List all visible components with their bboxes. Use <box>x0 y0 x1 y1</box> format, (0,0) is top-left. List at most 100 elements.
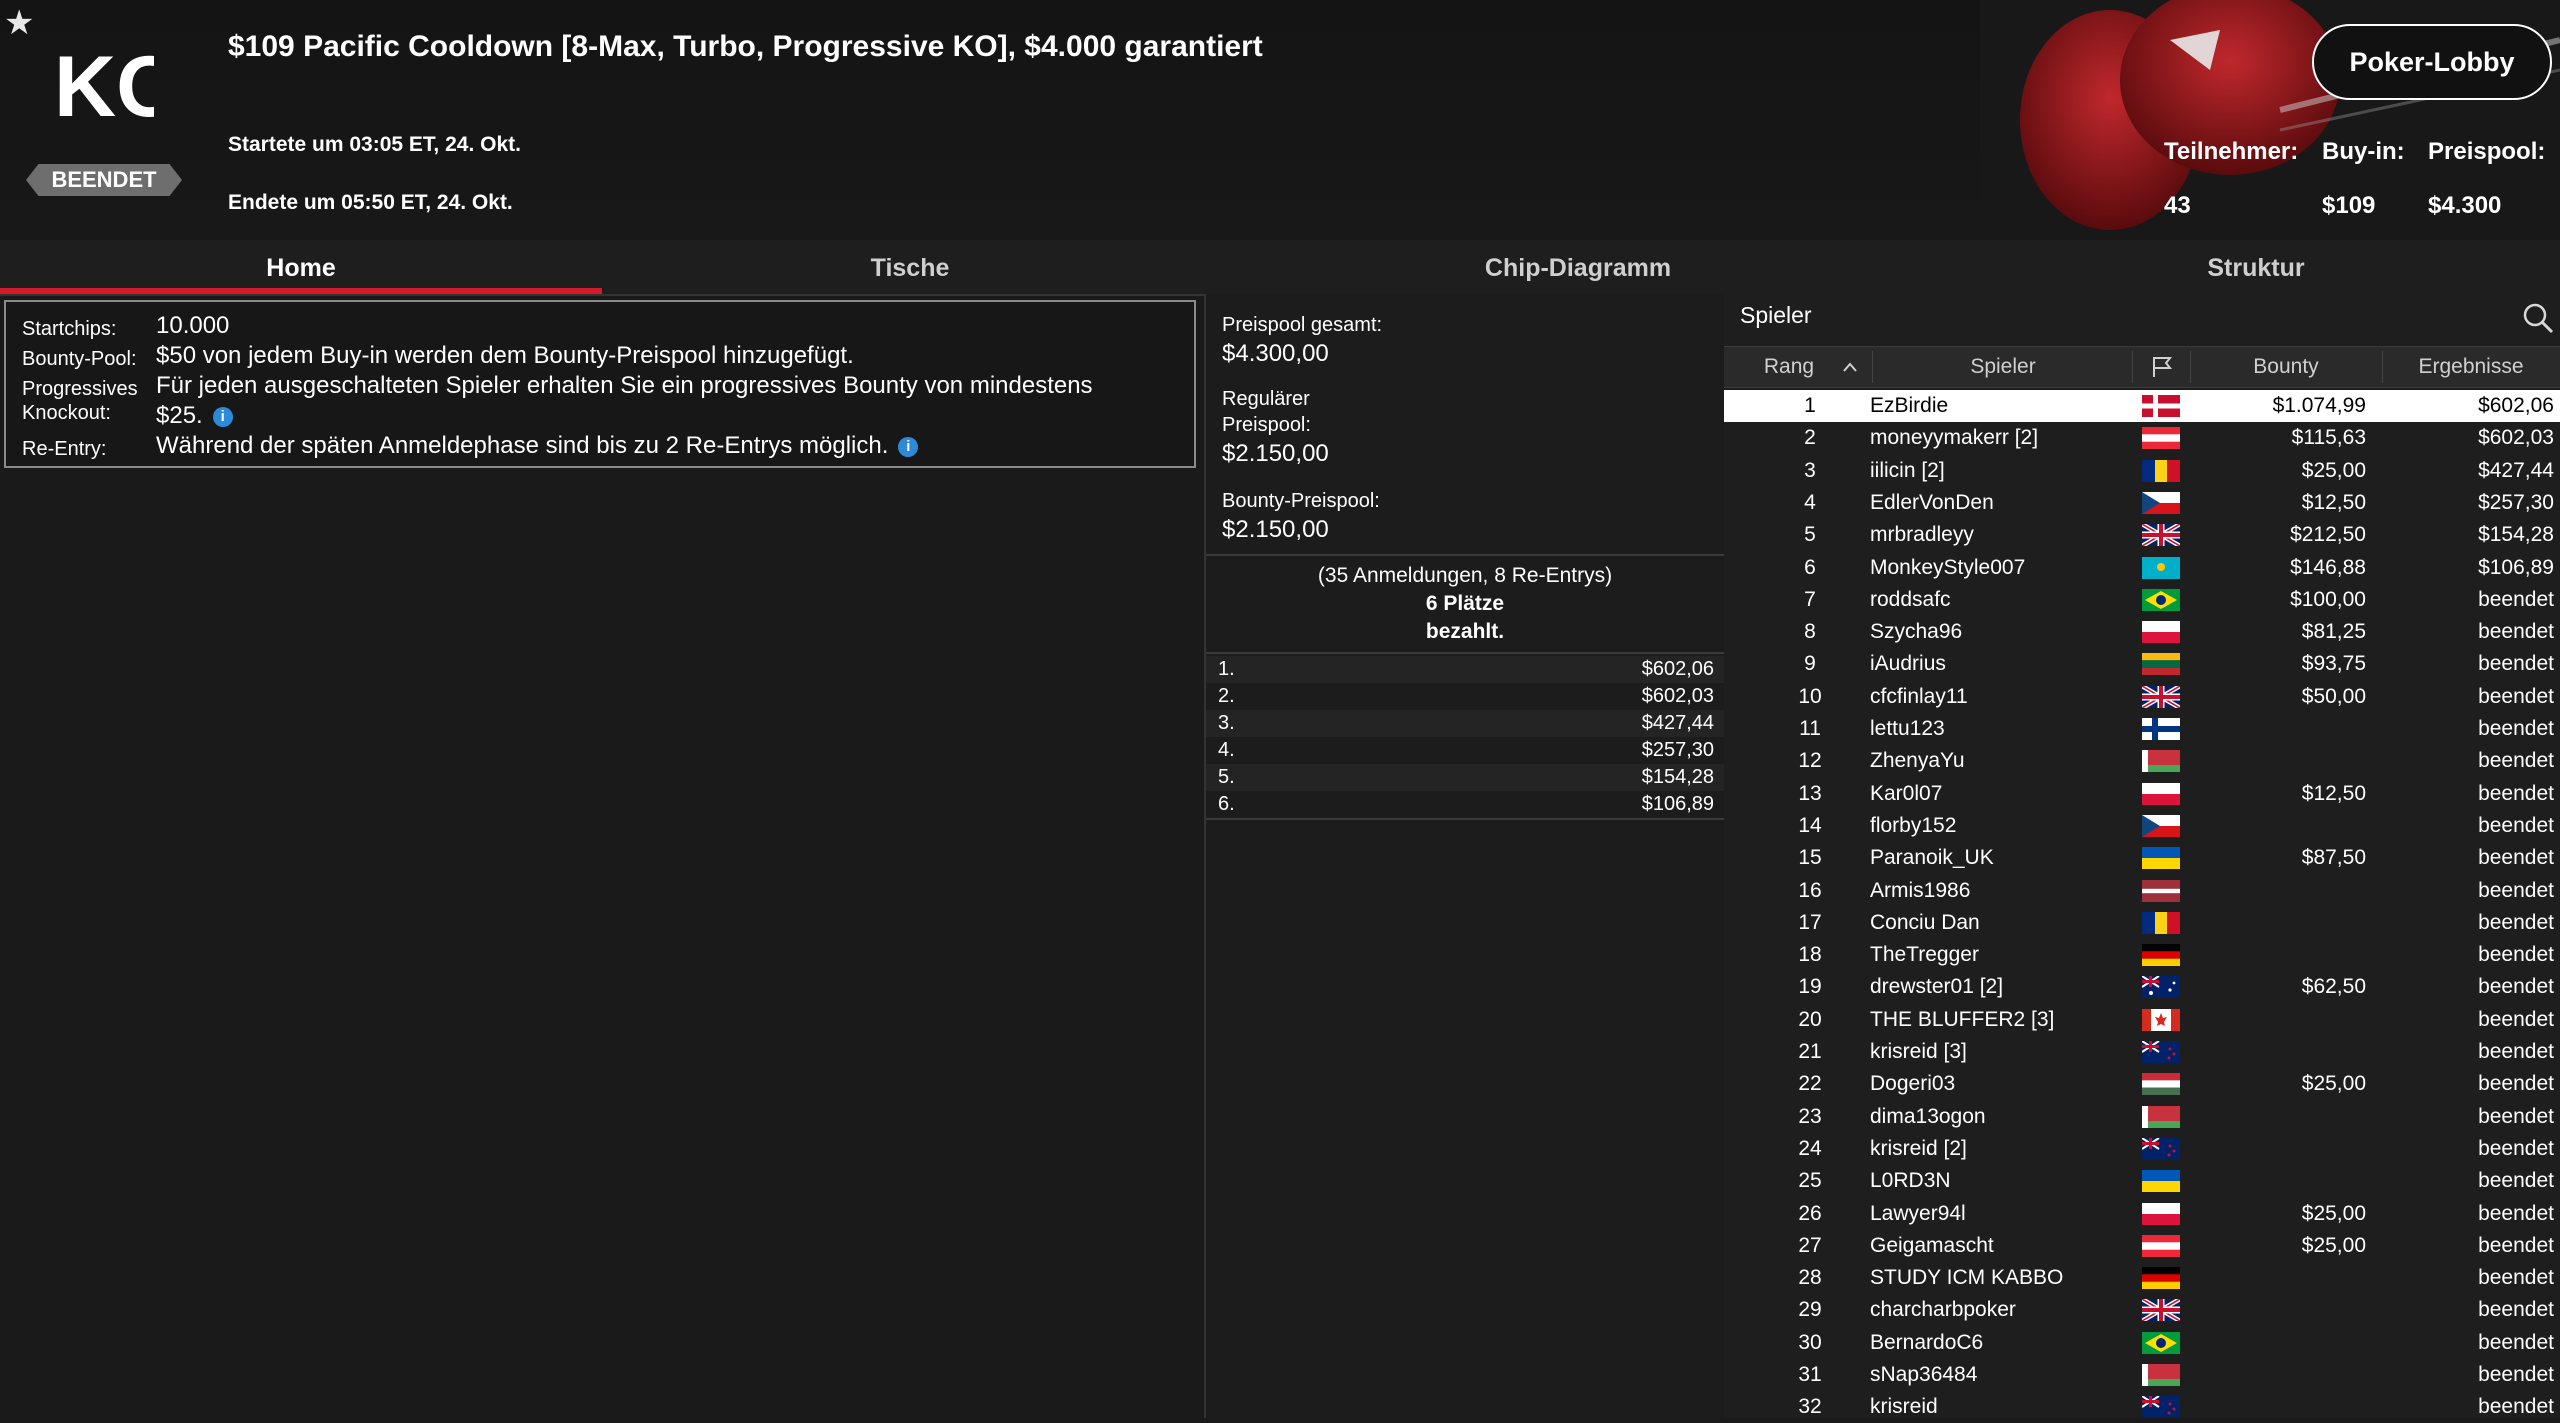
prizepool-value: $4.300 <box>2428 192 2502 219</box>
player-row[interactable]: 3 iilicin [2] $25,00 $427,44 <box>1724 455 2560 487</box>
player-row[interactable]: 14 florby152 beendet <box>1724 810 2560 842</box>
tab-chip-chart[interactable]: Chip-Diagramm <box>1218 240 1938 294</box>
reentry-value: Während der späten Anmeldephase sind bis… <box>156 432 919 460</box>
poker-lobby-button[interactable]: Poker-Lobby <box>2312 24 2552 100</box>
player-row[interactable]: 24 krisreid [2] beendet <box>1724 1133 2560 1165</box>
active-tab-indicator <box>0 288 602 294</box>
info-icon[interactable]: i <box>898 436 919 457</box>
startchips-value: 10.000 <box>156 312 230 339</box>
player-result: beendet <box>2478 846 2554 870</box>
player-rank: 9 <box>1804 652 1816 676</box>
tab-structure[interactable]: Struktur <box>1938 240 2560 294</box>
sort-ascending-icon[interactable] <box>1838 347 1862 387</box>
player-bounty: $212,50 <box>2290 523 2366 547</box>
favorite-star-icon[interactable]: ★ <box>4 6 38 40</box>
player-rank: 21 <box>1798 1040 1822 1063</box>
player-result: beendet <box>2478 910 2554 934</box>
payout-row: 1. $602,06 <box>1206 656 1724 683</box>
info-icon[interactable]: i <box>212 406 233 427</box>
tournament-info-panel: Startchips: 10.000 Bounty-Pool: $50 von … <box>4 300 1196 468</box>
player-result: beendet <box>2478 1266 2554 1290</box>
player-row[interactable]: 15 Paranoik_UK $87,50 beendet <box>1724 842 2560 874</box>
reentry-label: Re-Entry: <box>22 438 107 460</box>
search-icon[interactable] <box>2522 302 2554 334</box>
player-row[interactable]: 9 iAudrius $93,75 beendet <box>1724 648 2560 680</box>
player-row[interactable]: 32 krisreid beendet <box>1724 1391 2560 1423</box>
player-rank: 8 <box>1804 620 1816 644</box>
player-result: beendet <box>2478 587 2554 611</box>
prizepool-label: Preispool: <box>2428 138 2546 165</box>
player-rank: 23 <box>1798 1104 1822 1128</box>
player-rank: 22 <box>1798 1072 1822 1096</box>
player-row[interactable]: 2 moneyymakerr [2] $115,63 $602,03 <box>1724 422 2560 454</box>
player-row[interactable]: 5 mrbradleyy $212,50 $154,28 <box>1724 519 2560 551</box>
player-row[interactable]: 22 Dogeri03 $25,00 beendet <box>1724 1068 2560 1100</box>
player-row[interactable]: 23 dima13ogon beendet <box>1724 1101 2560 1133</box>
player-rank: 31 <box>1798 1363 1822 1386</box>
player-name: drewster01 [2] <box>1870 975 2004 999</box>
payout-row: 2. $602,03 <box>1218 685 1714 707</box>
participants-value: 43 <box>2164 192 2191 219</box>
player-bounty: $50,00 <box>2301 684 2366 708</box>
player-row[interactable]: 20 THE BLUFFER2 [3] beendet <box>1724 1004 2560 1036</box>
player-result: beendet <box>2478 620 2554 644</box>
player-result: $427,44 <box>2478 458 2554 482</box>
player-name: STUDY ICM KABBO <box>1870 1266 2064 1290</box>
flag-column-icon[interactable] <box>2132 347 2190 387</box>
player-row[interactable]: 30 BernardoC6 beendet <box>1724 1327 2560 1359</box>
player-bounty: $100,00 <box>2290 587 2366 611</box>
player-row[interactable]: 12 ZhenyaYu beendet <box>1724 745 2560 777</box>
player-row[interactable]: 17 Conciu Dan beendet <box>1724 907 2560 939</box>
column-bounty[interactable]: Bounty <box>2190 347 2382 387</box>
player-row[interactable]: 31 sNap36484 beendet <box>1724 1359 2560 1391</box>
player-row[interactable]: 10 cfcfinlay11 $50,00 beendet <box>1724 681 2560 713</box>
flag-ro-icon <box>2142 459 2180 482</box>
player-row[interactable]: 21 krisreid [3] beendet <box>1724 1036 2560 1068</box>
player-row[interactable]: 1 EzBirdie $1.074,99 $602,06 <box>1724 390 2560 422</box>
paid-places-2: bezahlt. <box>1425 620 1505 643</box>
player-row[interactable]: 28 STUDY ICM KABBO beendet <box>1724 1262 2560 1294</box>
bounty-prizepool-label: Bounty-Preispool: <box>1222 490 1380 512</box>
players-title: Spieler <box>1740 302 1812 328</box>
column-rank[interactable]: Rang <box>1744 347 1834 387</box>
player-row[interactable]: 19 drewster01 [2] $62,50 beendet <box>1724 971 2560 1003</box>
player-name: Geigamascht <box>1870 1233 1994 1257</box>
player-result: $154,28 <box>2478 523 2554 547</box>
column-result[interactable]: Ergebnisse <box>2382 347 2560 387</box>
tab-tables[interactable]: Tische <box>602 240 1218 294</box>
player-row[interactable]: 6 MonkeyStyle007 $146,88 $106,89 <box>1724 552 2560 584</box>
player-row[interactable]: 16 Armis1986 beendet <box>1724 875 2560 907</box>
player-rank: 2 <box>1804 426 1816 450</box>
player-name: roddsafc <box>1870 587 1951 611</box>
payout-row: 3. $427,44 <box>1206 710 1724 737</box>
bountypool-value: $50 von jedem Buy-in werden dem Bounty-P… <box>156 342 854 369</box>
player-row[interactable]: 8 Szycha96 $81,25 beendet <box>1724 616 2560 648</box>
player-result: beendet <box>2478 1007 2554 1031</box>
player-result: beendet <box>2478 975 2554 999</box>
flag-gb-icon <box>2142 524 2180 547</box>
player-name: Dogeri03 <box>1870 1072 1956 1096</box>
player-result: beendet <box>2478 1233 2554 1257</box>
player-row[interactable]: 18 TheTregger beendet <box>1724 939 2560 971</box>
player-row[interactable]: 26 Lawyer94l $25,00 beendet <box>1724 1198 2560 1230</box>
player-row[interactable]: 13 Kar0l07 $12,50 beendet <box>1724 778 2560 810</box>
divider <box>1206 554 1724 556</box>
flag-cz-icon <box>2142 814 2180 837</box>
player-row[interactable]: 25 L0RD3N beendet <box>1724 1165 2560 1197</box>
players-table-header: Rang Spieler Bounty Ergebnisse <box>1724 346 2560 388</box>
flag-fi-icon <box>2142 718 2180 740</box>
player-row[interactable]: 7 roddsafc $100,00 beendet <box>1724 584 2560 616</box>
player-rank: 13 <box>1798 781 1822 805</box>
flag-by-icon <box>2142 1364 2180 1386</box>
player-result: beendet <box>2478 781 2554 805</box>
player-result: beendet <box>2478 652 2554 676</box>
player-row[interactable]: 27 Geigamascht $25,00 beendet <box>1724 1230 2560 1262</box>
player-row[interactable]: 29 charcharbpoker beendet <box>1724 1294 2560 1326</box>
player-row[interactable]: 4 EdlerVonDen $12,50 $257,30 <box>1724 487 2560 519</box>
tab-home[interactable]: Home <box>0 240 602 294</box>
player-result: $602,03 <box>2478 426 2554 450</box>
player-bounty: $12,50 <box>2301 490 2366 514</box>
player-row[interactable]: 11 lettu123 beendet <box>1724 713 2560 745</box>
player-bounty: $87,50 <box>2301 846 2366 870</box>
column-player[interactable]: Spieler <box>1872 347 2134 387</box>
